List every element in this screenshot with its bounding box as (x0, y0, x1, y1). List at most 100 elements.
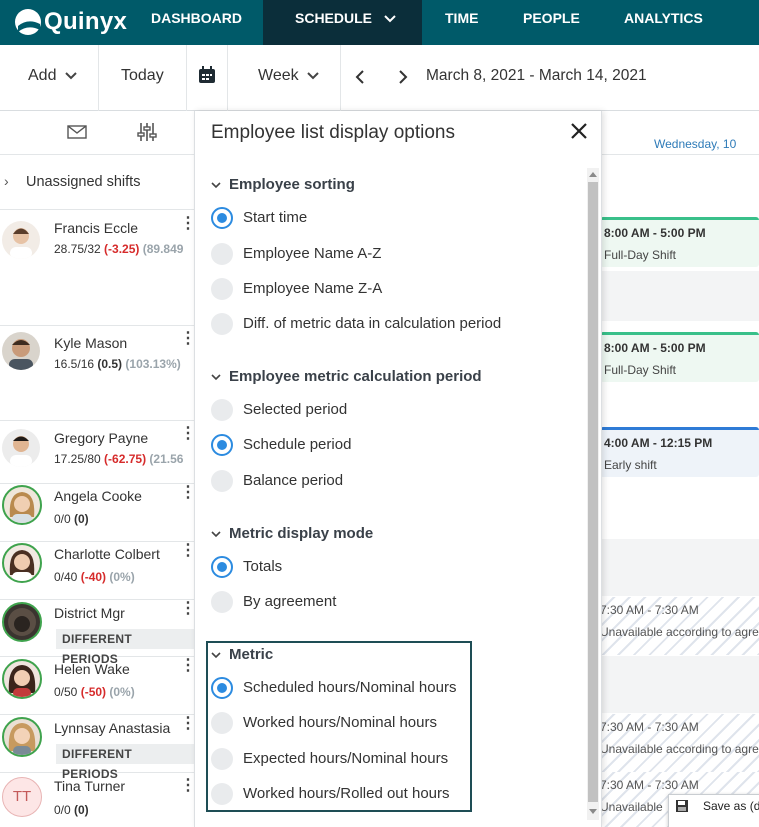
avatar (2, 717, 42, 757)
employee-metric: 28.75/32 (-3.25) (89.849 (54, 242, 184, 256)
panel-scrollbar[interactable] (587, 168, 599, 820)
unavailable-text: Unavailable (600, 800, 663, 814)
add-dropdown[interactable]: Add (28, 45, 77, 111)
employee-name: District Mgr (54, 605, 125, 621)
nav-people[interactable]: PEOPLE (523, 0, 580, 45)
shift-name: Early shift (604, 458, 657, 472)
today-button[interactable]: Today (121, 45, 164, 111)
view-dropdown[interactable]: Week (258, 45, 319, 111)
chevron-down-icon (65, 72, 77, 80)
shift-time: 4:00 AM - 12:15 PM (604, 436, 713, 450)
status-badge: DIFFERENT PERIODS (56, 629, 195, 666)
day-band (600, 656, 759, 713)
chevron-down-icon (211, 181, 221, 188)
unassigned-shifts-row[interactable]: › Unassigned shifts (0, 155, 195, 210)
shift-time: 8:00 AM - 5:00 PM (604, 226, 706, 240)
chevron-down-icon (211, 373, 221, 380)
radio-selected (211, 434, 233, 456)
save-as-menu[interactable]: Save as (di (668, 794, 759, 827)
scroll-down-icon[interactable] (589, 809, 597, 814)
nav-schedule[interactable]: SCHEDULE (263, 0, 422, 45)
radio-selected (211, 207, 233, 229)
chevron-down-icon (211, 651, 221, 658)
unavailable-text: Unavailable according to agre (600, 742, 759, 756)
add-label: Add (28, 67, 57, 84)
avatar (2, 485, 42, 525)
panel-title: Employee list display options (211, 122, 455, 143)
employee-metric: 0/40 (-40) (0%) (54, 570, 135, 584)
radio (211, 399, 233, 421)
unavailable-block[interactable]: 7:30 AM - 7:30 AM Unavailable according … (600, 714, 759, 772)
unavailable-time: 7:30 AM - 7:30 AM (600, 603, 699, 617)
chevron-down-icon (211, 530, 221, 537)
employee-list: › Unassigned shifts Francis Eccle 28.75/… (0, 111, 196, 827)
mail-icon[interactable] (67, 125, 87, 139)
employee-name: Angela Cooke (54, 488, 142, 504)
employee-name: Lynnsay Anastasia (54, 720, 171, 736)
radio (211, 783, 233, 805)
day-band (600, 271, 759, 321)
employee-name: Helen Wake (54, 661, 130, 677)
day-band (600, 539, 759, 596)
scroll-thumb[interactable] (588, 182, 598, 802)
avatar (2, 543, 42, 583)
employee-name: Kyle Mason (54, 335, 128, 351)
avatar (2, 429, 40, 467)
chevron-down-icon (307, 72, 319, 80)
display-options-panel: Employee list display options Employee s… (194, 111, 602, 827)
employee-row[interactable]: Angela Cooke 0/0 (0) ⋮ (0, 484, 196, 542)
avatar (2, 659, 42, 699)
shift-card[interactable]: 8:00 AM - 5:00 PM Full-Day Shift (600, 217, 759, 267)
nav-time[interactable]: TIME (445, 0, 478, 45)
date-range: March 8, 2021 - March 14, 2021 (426, 67, 647, 84)
section-employee-sorting[interactable]: Employee sorting (211, 176, 355, 193)
radio (211, 748, 233, 770)
shift-name: Full-Day Shift (604, 363, 677, 377)
day-header: Wednesday, 10 (654, 137, 737, 151)
nav-schedule-label: SCHEDULE (295, 10, 373, 26)
avatar (2, 602, 42, 642)
section-metric-calculation-period[interactable]: Employee metric calculation period (211, 368, 482, 385)
employee-list-header (0, 111, 195, 155)
section-metric[interactable]: Metric (211, 646, 273, 663)
close-icon[interactable] (569, 121, 589, 141)
employee-metric: 0/0 (0) (54, 803, 89, 817)
chevron-right-icon: › (4, 173, 9, 189)
shift-card[interactable]: 8:00 AM - 5:00 PM Full-Day Shift (600, 332, 759, 382)
section-metric-display-mode[interactable]: Metric display mode (211, 525, 373, 542)
nav-analytics[interactable]: ANALYTICS (624, 0, 703, 45)
employee-row[interactable]: Gregory Payne 17.25/80 (-62.75) (21.56 ⋮ (0, 421, 196, 484)
employee-name: Francis Eccle (54, 220, 139, 236)
quinyx-logo-icon (15, 9, 41, 35)
unavailable-block[interactable]: 7:30 AM - 7:30 AM Unavailable according … (600, 597, 759, 655)
shift-card[interactable]: 4:00 AM - 12:15 PM Early shift (600, 427, 759, 477)
employee-name: Gregory Payne (54, 430, 149, 446)
chevron-down-icon (384, 15, 396, 23)
brand-name: Quinyx (44, 8, 128, 35)
view-label: Week (258, 67, 299, 84)
employee-metric: 0/50 (-50) (0%) (54, 685, 135, 699)
employee-row[interactable]: Kyle Mason 16.5/16 (0.5) (103.13%) ⋮ (0, 326, 196, 421)
chevron-left-icon[interactable] (355, 70, 365, 84)
chevron-right-icon[interactable] (398, 70, 408, 84)
employee-row[interactable]: Helen Wake 0/50 (-50) (0%) ⋮ (0, 657, 196, 715)
employee-name: Tina Turner (54, 778, 126, 794)
filter-sliders-icon[interactable] (136, 121, 158, 143)
schedule-grid: Wednesday, 10 8:00 AM - 5:00 PM Full-Day… (600, 111, 759, 827)
employee-row[interactable]: Charlotte Colbert 0/40 (-40) (0%) ⋮ (0, 542, 196, 600)
nav-dashboard[interactable]: DASHBOARD (151, 0, 242, 45)
scroll-up-icon[interactable] (589, 172, 597, 177)
calendar-icon[interactable] (198, 66, 216, 84)
employee-row[interactable]: District Mgr DIFFERENT PERIODS ⋮ (0, 600, 196, 666)
unavailable-time: 7:30 AM - 7:30 AM (600, 778, 699, 792)
shift-time: 8:00 AM - 5:00 PM (604, 341, 706, 355)
avatar (2, 221, 40, 259)
avatar (2, 332, 40, 370)
employee-row[interactable]: Lynnsay Anastasia DIFFERENT PERIODS ⋮ (0, 715, 196, 781)
employee-row[interactable]: TT Tina Turner 0/0 (0) ⋮ (0, 773, 196, 827)
status-badge: DIFFERENT PERIODS (56, 744, 195, 781)
shift-name: Full-Day Shift (604, 248, 677, 262)
employee-row[interactable]: Francis Eccle 28.75/32 (-3.25) (89.849 ⋮ (0, 211, 196, 326)
radio (211, 243, 233, 265)
toolbar: Add Today Week March 8, 2021 - March 14,… (0, 45, 759, 111)
